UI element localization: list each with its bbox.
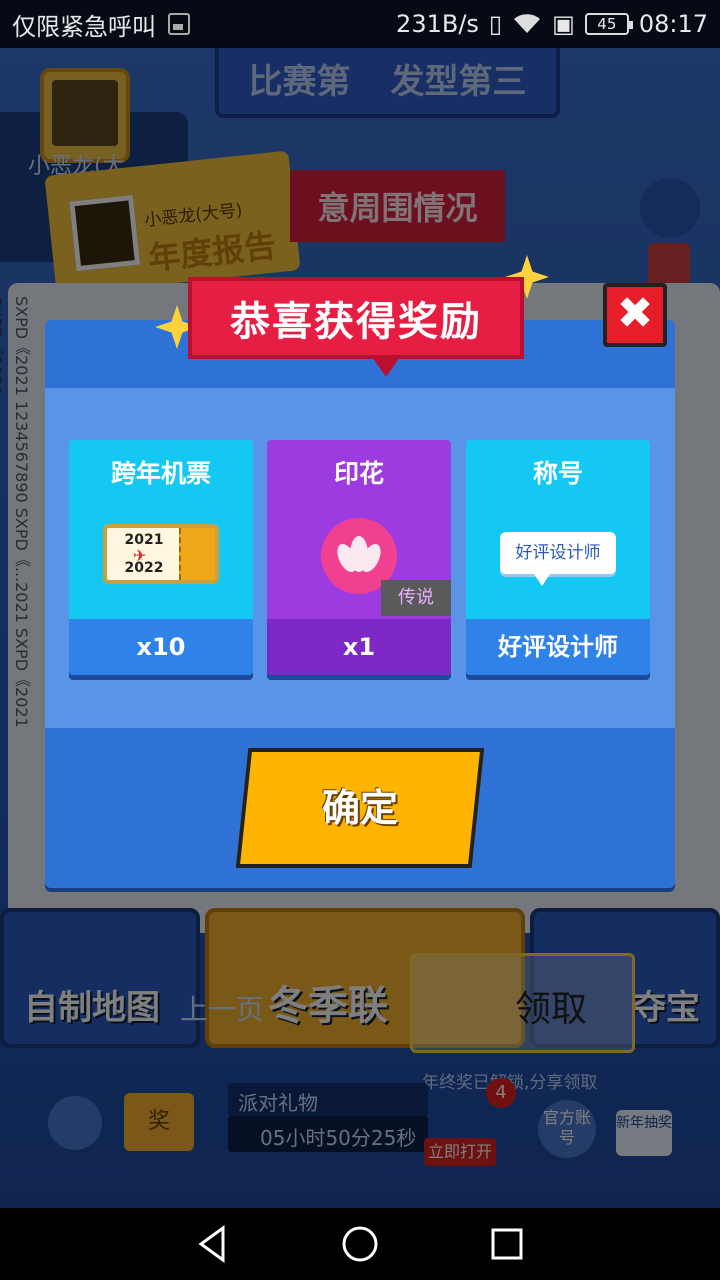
sim-icon: ▣ bbox=[552, 10, 575, 38]
reward-title: 称号 bbox=[532, 459, 583, 488]
reward-card-stamp: 印花 传说 x1 bbox=[267, 440, 451, 675]
clock: 08:17 bbox=[638, 10, 708, 38]
reward-title: 印花 bbox=[333, 459, 384, 488]
battery-icon: 45 bbox=[584, 13, 633, 35]
image-notification-icon bbox=[168, 13, 190, 35]
back-icon[interactable] bbox=[193, 1224, 233, 1264]
reward-amount: 好评设计师 bbox=[466, 619, 650, 675]
status-bar: 仅限紧急呼叫 231B/s ▯ ▣ 45 08:17 bbox=[0, 0, 720, 48]
recents-icon[interactable] bbox=[487, 1224, 527, 1264]
reward-amount: x10 bbox=[69, 619, 253, 675]
home-icon[interactable] bbox=[340, 1224, 380, 1264]
ticket-stub bbox=[179, 528, 215, 580]
vibrate-icon: ▯ bbox=[488, 10, 503, 38]
confirm-label: 确定 bbox=[321, 786, 398, 830]
ticket-year-to: 2022 bbox=[124, 560, 164, 576]
confirm-button[interactable]: 确定 bbox=[235, 748, 485, 868]
wifi-icon bbox=[514, 14, 541, 33]
reward-card-title: 称号 好评设计师 好评设计师 bbox=[466, 440, 650, 675]
reward-amount: x1 bbox=[267, 619, 451, 675]
close-dialog-button[interactable]: ✖ bbox=[603, 283, 667, 347]
reward-card-ticket: 跨年机票 2021 ✈ 2022 x10 bbox=[69, 440, 253, 675]
reward-title: 跨年机票 bbox=[110, 459, 211, 488]
system-nav-bar bbox=[0, 1208, 720, 1280]
rarity-tag: 传说 bbox=[381, 580, 451, 616]
dialog-title: 恭喜获得奖励 bbox=[188, 277, 524, 377]
title-badge: 好评设计师 bbox=[500, 532, 616, 586]
flight-ticket-icon: 2021 ✈ 2022 bbox=[103, 524, 219, 584]
carrier-text: 仅限紧急呼叫 bbox=[12, 12, 156, 41]
net-speed: 231B/s bbox=[396, 10, 479, 38]
